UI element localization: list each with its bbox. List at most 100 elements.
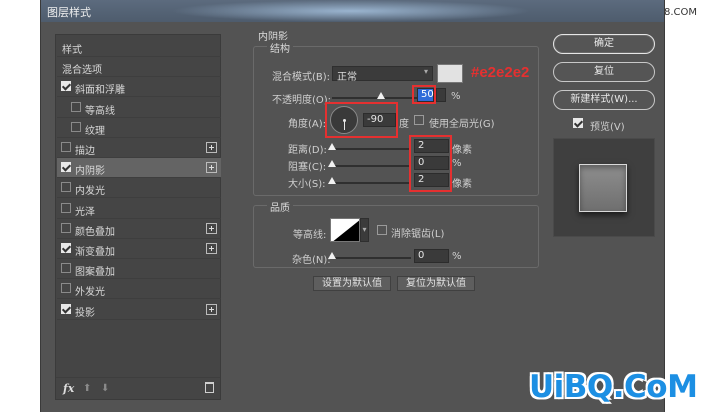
style-item-label: 斜面和浮雕 [75, 85, 125, 97]
contour-dropdown[interactable]: ▾ [360, 218, 369, 242]
style-item[interactable]: 混合选项 [57, 57, 221, 78]
style-item[interactable]: 内发光 [57, 178, 221, 199]
style-item-checkbox[interactable] [61, 222, 71, 233]
style-item[interactable]: 纹理 [57, 118, 221, 138]
opacity-input-spacer [436, 88, 446, 102]
style-list-panel: 样式混合选项斜面和浮雕等高线纹理描边内阴影内发光光泽颜色叠加渐变叠加图案叠加外发… [55, 34, 221, 400]
style-item-checkbox[interactable] [61, 142, 71, 152]
opacity-label: 不透明度(O): [272, 95, 332, 106]
size-slider-track[interactable] [329, 182, 411, 184]
style-item[interactable]: 投影 [57, 300, 221, 320]
style-item-checkbox[interactable] [61, 162, 71, 173]
noise-unit: % [452, 251, 462, 262]
style-item-label: 光泽 [75, 206, 95, 218]
global-light-checkbox[interactable] [414, 115, 424, 125]
add-effect-icon[interactable] [206, 303, 217, 315]
style-item[interactable]: 描边 [57, 138, 221, 158]
noise-slider-track[interactable] [329, 257, 411, 259]
style-item-label: 图案叠加 [75, 267, 115, 279]
style-item-checkbox[interactable] [61, 243, 71, 253]
noise-label: 杂色(N): [292, 255, 331, 266]
distance-unit: 像素 [452, 145, 472, 156]
style-item-label: 投影 [75, 307, 95, 319]
distance-slider-track[interactable] [329, 148, 411, 150]
style-item[interactable]: 渐变叠加 [57, 239, 221, 259]
watermark-bottom: UiBQ.CoM [529, 369, 698, 405]
style-item[interactable]: 光泽 [57, 199, 221, 219]
opacity-unit: % [451, 91, 461, 102]
style-item[interactable]: 等高线 [57, 98, 221, 118]
opacity-highlight-box [412, 85, 436, 104]
style-item-label: 混合选项 [62, 65, 102, 77]
anti-alias-label: 消除锯齿(L) [391, 229, 445, 240]
style-item[interactable]: 样式 [57, 37, 221, 57]
contour-preview[interactable] [330, 218, 360, 242]
style-item-label: 等高线 [85, 105, 115, 117]
blend-mode-value: 正常 [337, 72, 357, 83]
choke-label: 阻塞(C): [288, 162, 327, 173]
style-item-checkbox[interactable] [61, 283, 71, 294]
dialog-title: 图层样式 [47, 6, 91, 19]
style-item[interactable]: 图案叠加 [57, 259, 221, 280]
size-slider-thumb[interactable] [328, 177, 336, 184]
structure-title: 结构 [267, 40, 293, 55]
style-item-label: 样式 [62, 45, 82, 56]
ok-button[interactable]: 确定 [553, 34, 655, 54]
title-bar-glow [171, 0, 531, 22]
layer-style-dialog: 图层样式 样式混合选项斜面和浮雕等高线纹理描边内阴影内发光光泽颜色叠加渐变叠加图… [40, 0, 665, 412]
title-bar: 图层样式 [41, 0, 664, 22]
add-effect-icon[interactable] [206, 222, 217, 234]
style-item-checkbox[interactable] [61, 303, 71, 314]
style-item-label: 内阴影 [75, 166, 105, 178]
style-item-checkbox[interactable] [61, 182, 71, 193]
style-item[interactable]: 外发光 [57, 279, 221, 300]
contour-curve-shape [331, 219, 359, 241]
blend-mode-select[interactable]: 正常 ▾ [332, 66, 433, 83]
quality-title: 品质 [267, 199, 293, 214]
anti-alias-checkbox[interactable] [377, 225, 387, 235]
global-light-label: 使用全局光(G) [429, 119, 495, 130]
add-effect-icon[interactable] [206, 243, 217, 254]
add-effect-icon[interactable] [206, 142, 217, 153]
preview-checkbox[interactable] [573, 118, 583, 128]
move-up-icon[interactable]: ⬆ [83, 383, 91, 394]
move-down-icon[interactable]: ⬇ [101, 383, 109, 394]
style-item-label: 纹理 [85, 125, 105, 137]
color-annotation: #e2e2e2 [471, 64, 530, 81]
new-style-button[interactable]: 新建样式(W)... [553, 90, 655, 110]
style-item-checkbox[interactable] [71, 121, 81, 132]
shadow-color-swatch[interactable] [437, 64, 463, 83]
distance-slider-thumb[interactable] [328, 143, 336, 150]
reset-button[interactable]: 复位 [553, 62, 655, 82]
angle-unit: 度 [399, 119, 409, 130]
style-item-checkbox[interactable] [61, 81, 71, 92]
style-item[interactable]: 颜色叠加 [57, 219, 221, 239]
chevron-down-icon: ▾ [362, 225, 367, 234]
choke-slider-track[interactable] [329, 165, 411, 167]
fx-menu-button[interactable]: fx [63, 382, 74, 395]
style-item-label: 颜色叠加 [75, 226, 115, 238]
size-unit: 像素 [452, 179, 472, 190]
opacity-slider-thumb[interactable] [377, 92, 385, 99]
style-item-label: 描边 [75, 146, 95, 157]
style-item[interactable]: 内阴影 [57, 158, 221, 179]
reset-default-button[interactable]: 复位为默认值 [397, 276, 475, 291]
style-item-label: 内发光 [75, 186, 105, 198]
style-item-checkbox[interactable] [61, 263, 71, 274]
preview-label: 预览(V) [590, 122, 625, 133]
size-label: 大小(S): [288, 179, 326, 190]
style-item-checkbox[interactable] [71, 101, 81, 112]
style-item-label: 外发光 [75, 287, 105, 299]
style-preview [553, 138, 655, 237]
add-effect-icon[interactable] [206, 162, 217, 174]
noise-input[interactable]: 0 [414, 249, 449, 263]
style-item[interactable]: 斜面和浮雕 [57, 77, 221, 98]
style-item-label: 渐变叠加 [75, 247, 115, 258]
noise-slider-thumb[interactable] [328, 252, 336, 259]
distance-label: 距离(D): [288, 145, 327, 156]
angle-label: 角度(A): [288, 119, 327, 130]
set-default-button[interactable]: 设置为默认值 [313, 276, 391, 291]
choke-slider-thumb[interactable] [328, 160, 336, 167]
style-item-checkbox[interactable] [61, 202, 71, 213]
trash-icon[interactable] [205, 382, 214, 393]
